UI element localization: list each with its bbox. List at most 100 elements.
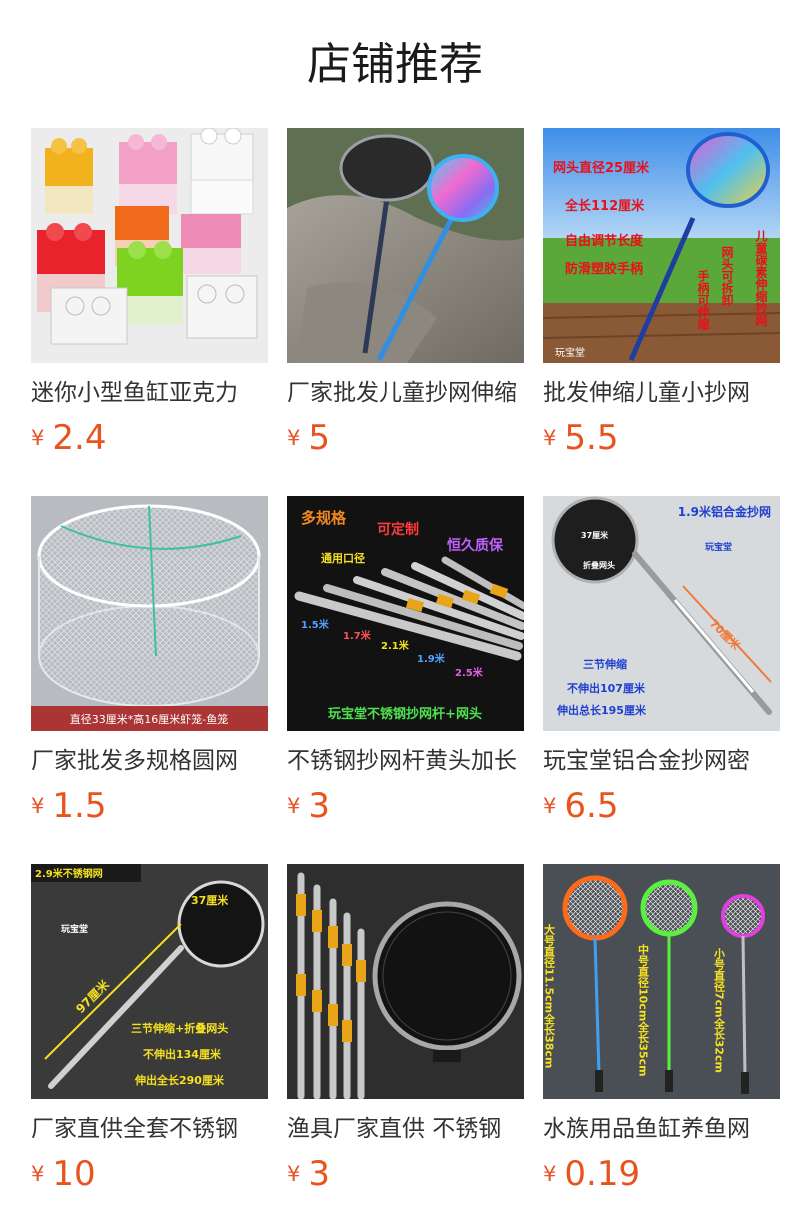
image-text: 玩宝堂不锈钢抄网杆+网头 bbox=[328, 706, 482, 722]
product-card[interactable]: 渔具厂家直供 不锈钢 ¥3 bbox=[287, 864, 524, 1194]
image-text: 全长112厘米 bbox=[564, 198, 645, 214]
image-text: 网头直径25厘米 bbox=[553, 160, 650, 176]
product-price: ¥5.5 bbox=[543, 418, 618, 458]
product-image[interactable]: 1.9米铝合金抄网 37厘米 折叠网头 70厘米 玩宝堂 三节伸缩 不伸出107… bbox=[543, 496, 780, 731]
price-amount: 3 bbox=[308, 786, 331, 826]
aluminum-landing-net-image: 1.9米铝合金抄网 37厘米 折叠网头 70厘米 玩宝堂 三节伸缩 不伸出107… bbox=[543, 496, 780, 731]
image-text: 1.9米 bbox=[417, 652, 446, 665]
product-card[interactable]: 2.9米不锈钢网 37厘米 97厘米 玩宝堂 三节伸缩+折叠网头 不伸出134厘… bbox=[31, 864, 268, 1194]
price-amount: 10 bbox=[52, 1154, 96, 1194]
price-amount: 0.19 bbox=[564, 1154, 641, 1194]
kids-net-on-grass-image: 网头直径25厘米 全长112厘米 自由调节长度 防滑塑胶手柄 儿童碳素伸缩抄网 … bbox=[543, 128, 780, 363]
product-price: ¥3 bbox=[287, 1154, 330, 1194]
currency-symbol: ¥ bbox=[31, 426, 45, 450]
product-title[interactable]: 厂家批发儿童抄网伸缩 bbox=[287, 378, 524, 408]
product-card[interactable]: 多规格 可定制 通用口径 恒久质保 1.5米 1.7米 2.1米 1.9米 2.… bbox=[287, 496, 524, 826]
image-text: 多规格 bbox=[301, 509, 347, 527]
product-price: ¥0.19 bbox=[543, 1154, 640, 1194]
image-text: 自由调节长度 bbox=[565, 233, 644, 249]
page-title: 店铺推荐 bbox=[307, 39, 483, 90]
image-text: 三节伸缩 bbox=[583, 657, 627, 671]
steel-net-poles-image: 多规格 可定制 通用口径 恒久质保 1.5米 1.7米 2.1米 1.9米 2.… bbox=[287, 496, 524, 731]
currency-symbol: ¥ bbox=[31, 1162, 45, 1186]
image-text: 玩宝堂 bbox=[705, 541, 732, 553]
currency-symbol: ¥ bbox=[543, 1162, 557, 1186]
image-text: 手柄可伸缩 bbox=[696, 269, 710, 331]
product-title[interactable]: 玩宝堂铝合金抄网密 bbox=[543, 746, 780, 776]
steel-landing-net-image: 2.9米不锈钢网 37厘米 97厘米 玩宝堂 三节伸缩+折叠网头 不伸出134厘… bbox=[31, 864, 268, 1099]
product-title[interactable]: 不锈钢抄网杆黄头加长 bbox=[287, 746, 524, 776]
image-text: 不伸出134厘米 bbox=[143, 1047, 222, 1061]
product-image[interactable] bbox=[31, 128, 268, 363]
image-text: 通用口径 bbox=[321, 551, 365, 565]
image-text: 直径33厘米*高16厘米虾笼-鱼笼 bbox=[70, 712, 228, 726]
product-title[interactable]: 批发伸缩儿童小抄网 bbox=[543, 378, 780, 408]
image-text: 儿童碳素伸缩抄网 bbox=[754, 230, 768, 327]
net-poles-and-net-image bbox=[287, 864, 524, 1099]
product-grid: 迷你小型鱼缸亚克力 ¥2.4 厂家批发儿童抄网伸缩 ¥ 5 网头直径25厘米 全… bbox=[31, 128, 780, 1194]
currency-symbol: ¥ bbox=[543, 794, 557, 818]
product-card[interactable]: 1.9米铝合金抄网 37厘米 折叠网头 70厘米 玩宝堂 三节伸缩 不伸出107… bbox=[543, 496, 780, 826]
product-card[interactable]: 网头直径25厘米 全长112厘米 自由调节长度 防滑塑胶手柄 儿童碳素伸缩抄网 … bbox=[543, 128, 780, 458]
image-text: 玩宝堂 bbox=[61, 923, 88, 935]
product-title[interactable]: 渔具厂家直供 不锈钢 bbox=[287, 1114, 524, 1144]
product-title[interactable]: 水族用品鱼缸养鱼网 bbox=[543, 1114, 780, 1144]
image-text: 1.7米 bbox=[343, 629, 372, 642]
product-title[interactable]: 厂家直供全套不锈钢 bbox=[31, 1114, 268, 1144]
price-amount: 5 bbox=[308, 418, 331, 458]
product-price: ¥1.5 bbox=[31, 786, 106, 826]
price-amount: 1.5 bbox=[52, 786, 107, 826]
acrylic-fish-tanks-image bbox=[31, 128, 268, 363]
product-price: ¥10 bbox=[31, 1154, 96, 1194]
image-text: 2.1米 bbox=[381, 639, 410, 652]
image-text: 伸出总长195厘米 bbox=[556, 703, 647, 717]
product-price: ¥3 bbox=[287, 786, 330, 826]
currency-symbol: ¥ bbox=[287, 794, 301, 818]
image-text: 小号直径7cm全长32cm bbox=[713, 947, 727, 1073]
product-card[interactable]: 直径33厘米*高16厘米虾笼-鱼笼 厂家批发多规格圆网 ¥1.5 bbox=[31, 496, 268, 826]
product-image[interactable]: 大号直径11.5cm全长38cm 中号直径10cm全长35cm 小号直径7cm全… bbox=[543, 864, 780, 1099]
product-card[interactable]: 厂家批发儿童抄网伸缩 ¥5 bbox=[287, 128, 524, 458]
image-text: 玩宝堂 bbox=[555, 346, 585, 359]
image-text: 三节伸缩+折叠网头 bbox=[131, 1021, 228, 1035]
image-text: 37厘米 bbox=[581, 530, 609, 540]
product-image[interactable]: 多规格 可定制 通用口径 恒久质保 1.5米 1.7米 2.1米 1.9米 2.… bbox=[287, 496, 524, 731]
product-title[interactable]: 厂家批发多规格圆网 bbox=[31, 746, 268, 776]
image-text: 网头可拆卸 bbox=[720, 246, 734, 307]
product-title[interactable]: 迷你小型鱼缸亚克力 bbox=[31, 378, 268, 408]
image-text: 2.5米 bbox=[455, 666, 484, 679]
price-amount: 5.5 bbox=[564, 418, 619, 458]
image-text: 2.9米不锈钢网 bbox=[35, 867, 103, 880]
product-image[interactable] bbox=[287, 864, 524, 1099]
aquarium-nets-image: 大号直径11.5cm全长38cm 中号直径10cm全长35cm 小号直径7cm全… bbox=[543, 864, 780, 1099]
product-image[interactable]: 直径33厘米*高16厘米虾笼-鱼笼 bbox=[31, 496, 268, 731]
image-text: 1.5米 bbox=[301, 618, 330, 631]
price-amount: 6.5 bbox=[564, 786, 619, 826]
product-price: ¥2.4 bbox=[31, 418, 106, 458]
product-price: ¥6.5 bbox=[543, 786, 618, 826]
image-text: 伸出全长290厘米 bbox=[134, 1073, 225, 1087]
currency-symbol: ¥ bbox=[543, 426, 557, 450]
image-text: 37厘米 bbox=[191, 893, 229, 907]
product-card[interactable]: 大号直径11.5cm全长38cm 中号直径10cm全长35cm 小号直径7cm全… bbox=[543, 864, 780, 1194]
price-amount: 2.4 bbox=[52, 418, 107, 458]
currency-symbol: ¥ bbox=[287, 426, 301, 450]
product-card[interactable]: 迷你小型鱼缸亚克力 ¥2.4 bbox=[31, 128, 268, 458]
image-text: 防滑塑胶手柄 bbox=[565, 261, 643, 277]
product-image[interactable] bbox=[287, 128, 524, 363]
image-text: 折叠网头 bbox=[583, 560, 615, 570]
image-text: 中号直径10cm全长35cm bbox=[637, 943, 651, 1077]
price-amount: 3 bbox=[308, 1154, 331, 1194]
image-text: 大号直径11.5cm全长38cm bbox=[543, 923, 556, 1069]
product-price: ¥5 bbox=[287, 418, 330, 458]
product-image[interactable]: 2.9米不锈钢网 37厘米 97厘米 玩宝堂 三节伸缩+折叠网头 不伸出134厘… bbox=[31, 864, 268, 1099]
image-text: 不伸出107厘米 bbox=[567, 681, 646, 695]
currency-symbol: ¥ bbox=[31, 794, 45, 818]
kids-fishing-nets-image bbox=[287, 128, 524, 363]
currency-symbol: ¥ bbox=[287, 1162, 301, 1186]
product-image[interactable]: 网头直径25厘米 全长112厘米 自由调节长度 防滑塑胶手柄 儿童碳素伸缩抄网 … bbox=[543, 128, 780, 363]
round-shrimp-trap-image: 直径33厘米*高16厘米虾笼-鱼笼 bbox=[31, 496, 268, 731]
image-text: 可定制 bbox=[377, 521, 419, 538]
image-text: 恒久质保 bbox=[447, 537, 504, 554]
image-text: 1.9米铝合金抄网 bbox=[678, 504, 771, 519]
